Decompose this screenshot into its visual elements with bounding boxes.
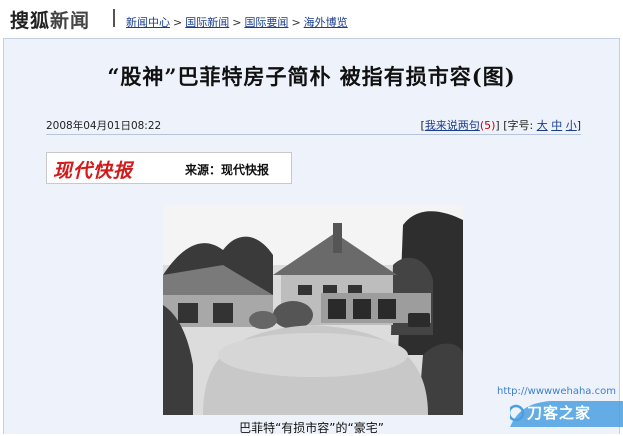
logo-sub: 新闻: [50, 10, 91, 32]
top-bar: 搜狐新闻 新闻中心 > 国际新闻 > 国际要闻 > 海外博览: [0, 0, 623, 40]
breadcrumb-separator: >: [232, 16, 242, 29]
font-size-medium[interactable]: 中: [551, 119, 562, 132]
logo-divider: [113, 9, 115, 27]
font-size-small[interactable]: 小: [566, 119, 577, 132]
article-datetime: 2008年04月01日08:22: [46, 120, 162, 132]
breadcrumb-overseas[interactable]: 海外博览: [304, 16, 348, 29]
article-tools: [我来说两句(5)] [字号: 大 中 小]: [421, 117, 581, 133]
article-panel: “股神”巴菲特房子简朴 被指有损市容(图) 2008年04月01日08:22 […: [3, 38, 620, 435]
comment-link[interactable]: 我来说两句: [425, 119, 480, 132]
article-photo: [163, 205, 463, 415]
meta-divider: [46, 134, 581, 135]
breadcrumb-separator: >: [173, 16, 183, 29]
breadcrumb-separator: >: [291, 16, 301, 29]
comment-count: (5): [479, 119, 496, 132]
sohu-news-logo[interactable]: 搜狐新闻: [10, 6, 90, 33]
breadcrumb: 新闻中心 > 国际新闻 > 国际要闻 > 海外博览: [126, 14, 348, 30]
breadcrumb-international-headlines[interactable]: 国际要闻: [244, 16, 288, 29]
watermark-name: 刀客之家: [527, 404, 592, 422]
watermark-url: http://wwwwehaha.com: [497, 386, 616, 397]
font-size-label: [字号:: [503, 119, 534, 132]
source-logo: 现代快报: [53, 160, 134, 182]
font-size-large[interactable]: 大: [537, 119, 548, 132]
source-text: 来源：现代快报: [185, 163, 270, 177]
logo-main: 搜狐: [10, 10, 51, 32]
breadcrumb-news-center[interactable]: 新闻中心: [126, 16, 170, 29]
source-box: 现代快报 来源：现代快报: [46, 152, 292, 184]
font-size-close-bracket: ]: [576, 119, 581, 132]
breadcrumb-international-news[interactable]: 国际新闻: [185, 16, 229, 29]
comment-close-bracket: ]: [495, 119, 500, 132]
article-title: “股神”巴菲特房子简朴 被指有损市容(图): [107, 64, 516, 89]
